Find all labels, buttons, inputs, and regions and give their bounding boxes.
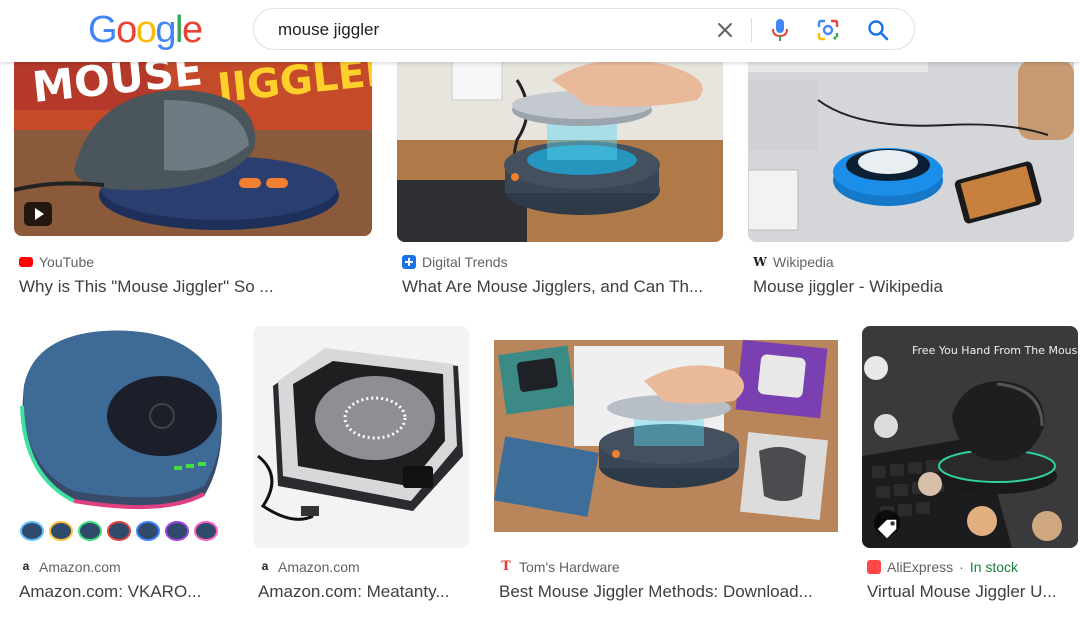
search-box[interactable]: mouse jiggler: [253, 8, 915, 50]
amazon-icon: a: [22, 559, 30, 573]
result-title[interactable]: Why is This "Mouse Jiggler" So ...: [19, 277, 369, 297]
source-name: Tom's Hardware: [519, 559, 620, 575]
search-input[interactable]: mouse jiggler: [278, 20, 379, 40]
result-title[interactable]: Virtual Mouse Jiggler U...: [867, 582, 1075, 602]
mouse-jiggler-image: MOUSE JIGGLER?: [14, 40, 372, 236]
result-title[interactable]: Amazon.com: Meatanty...: [258, 582, 468, 602]
result-thumbnail[interactable]: Free You Hand From The Mouse: [862, 326, 1078, 548]
result-thumbnail[interactable]: [494, 326, 838, 548]
source-name: Wikipedia: [773, 254, 834, 270]
logo-letter: g: [155, 9, 176, 51]
result-title[interactable]: Amazon.com: VKARO...: [19, 582, 224, 602]
search-header: Google mouse jiggler: [0, 0, 1080, 62]
result-source[interactable]: Digital Trends: [402, 254, 508, 270]
search-divider: [751, 18, 752, 42]
youtube-icon: [19, 257, 33, 267]
result-source[interactable]: a Amazon.com: [258, 559, 360, 575]
logo-letter: e: [181, 9, 203, 51]
source-name: Digital Trends: [422, 254, 508, 270]
result-title[interactable]: Mouse jiggler - Wikipedia: [753, 277, 1073, 297]
digital-trends-icon: [402, 255, 416, 269]
mouse-jiggler-image: [494, 326, 838, 548]
mouse-jiggler-image: [397, 40, 723, 242]
result-thumbnail[interactable]: [253, 326, 469, 548]
result-title[interactable]: What Are Mouse Jigglers, and Can Th...: [402, 277, 722, 297]
toms-hardware-icon: T: [501, 559, 511, 574]
result-thumbnail[interactable]: [748, 40, 1074, 242]
wikipedia-icon: W: [753, 255, 767, 269]
result-source[interactable]: a Amazon.com: [19, 559, 121, 575]
result-source[interactable]: W Wikipedia: [753, 254, 834, 270]
logo-letter: G: [88, 9, 118, 51]
source-name: YouTube: [39, 254, 95, 270]
source-name: Amazon.com: [39, 559, 121, 575]
mouse-jiggler-image: [748, 40, 1074, 242]
stock-status: In stock: [969, 559, 1019, 575]
result-thumbnail[interactable]: [14, 326, 228, 548]
result-title[interactable]: Best Mouse Jiggler Methods: Download...: [499, 582, 834, 602]
result-source[interactable]: YouTube: [19, 254, 94, 270]
logo-letter: o: [135, 9, 157, 51]
source-name: Amazon.com: [278, 559, 360, 575]
tag-icon[interactable]: [874, 510, 900, 539]
result-source[interactable]: T Tom's Hardware: [499, 559, 620, 575]
microphone-icon[interactable]: [768, 17, 792, 43]
mouse-jiggler-image: [253, 326, 469, 548]
banner-text: Free You Hand From The Mouse: [912, 344, 1078, 357]
result-thumbnail[interactable]: MOUSE JIGGLER?: [14, 40, 372, 236]
result-thumbnail[interactable]: [397, 40, 723, 242]
logo-letter: l: [174, 9, 183, 51]
mouse-jiggler-image: [14, 326, 228, 548]
source-name: AliExpress: [887, 559, 954, 575]
aliexpress-icon: [867, 560, 881, 574]
logo-letter: o: [116, 9, 137, 51]
play-icon[interactable]: [24, 202, 52, 226]
separator: ·: [959, 559, 964, 575]
amazon-icon: a: [261, 559, 269, 573]
google-lens-icon[interactable]: [815, 17, 841, 43]
search-icon[interactable]: [865, 17, 891, 43]
google-logo[interactable]: Google: [88, 9, 203, 52]
result-source[interactable]: AliExpress · In stock: [867, 559, 1018, 575]
close-icon[interactable]: [713, 18, 737, 42]
